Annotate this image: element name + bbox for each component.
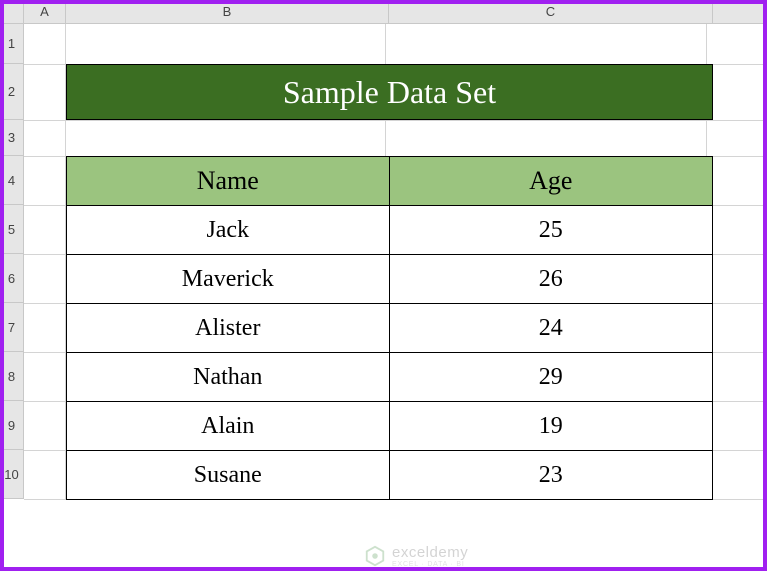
- data-table: Name Age Jack 25 Maverick 26 Alister 24: [66, 156, 713, 500]
- watermark-sub: EXCEL · DATA · BI: [392, 561, 468, 568]
- watermark-main: exceldemy: [392, 544, 468, 561]
- row-header-column: 1 2 3 4 5 6 7 8 9 10: [0, 24, 24, 499]
- sheet-title[interactable]: Sample Data Set: [66, 64, 713, 120]
- table-row[interactable]: Maverick 26: [67, 255, 713, 304]
- column-header-A[interactable]: A: [24, 0, 66, 23]
- table-row[interactable]: Alister 24: [67, 304, 713, 353]
- table-header-name[interactable]: Name: [67, 157, 390, 206]
- watermark: exceldemy EXCEL · DATA · BI: [364, 544, 468, 568]
- row-header-8[interactable]: 8: [0, 352, 23, 401]
- row-header-1[interactable]: 1: [0, 24, 23, 64]
- table-row[interactable]: Susane 23: [67, 451, 713, 500]
- row-header-6[interactable]: 6: [0, 254, 23, 303]
- column-header-B[interactable]: B: [66, 0, 389, 23]
- cell-name[interactable]: Alister: [67, 304, 390, 353]
- table-row[interactable]: Jack 25: [67, 206, 713, 255]
- cells-region[interactable]: Sample Data Set Name Age Jack 25 Maveric…: [24, 24, 767, 499]
- select-all-corner[interactable]: [0, 0, 24, 23]
- row-header-9[interactable]: 9: [0, 401, 23, 450]
- column-header-row: A B C: [0, 0, 767, 24]
- cell-name[interactable]: Alain: [67, 402, 390, 451]
- row-header-3[interactable]: 3: [0, 120, 23, 156]
- row-header-7[interactable]: 7: [0, 303, 23, 352]
- cell-name[interactable]: Maverick: [67, 255, 390, 304]
- cell-name[interactable]: Susane: [67, 451, 390, 500]
- column-header-C[interactable]: C: [389, 0, 713, 23]
- table-header-age[interactable]: Age: [389, 157, 712, 206]
- row-header-2[interactable]: 2: [0, 64, 23, 120]
- cell-name[interactable]: Jack: [67, 206, 390, 255]
- hexagon-icon: [364, 545, 386, 567]
- cell-age[interactable]: 26: [389, 255, 712, 304]
- cell-age[interactable]: 29: [389, 353, 712, 402]
- column-header-blank[interactable]: [713, 0, 767, 23]
- row-header-5[interactable]: 5: [0, 205, 23, 254]
- row-header-4[interactable]: 4: [0, 156, 23, 205]
- cell-name[interactable]: Nathan: [67, 353, 390, 402]
- cell-age[interactable]: 24: [389, 304, 712, 353]
- cell-age[interactable]: 23: [389, 451, 712, 500]
- row-header-10[interactable]: 10: [0, 450, 23, 499]
- table-row[interactable]: Alain 19: [67, 402, 713, 451]
- cell-age[interactable]: 25: [389, 206, 712, 255]
- spreadsheet-area: A B C 1 2 3 4 5 6 7 8 9 10: [0, 0, 767, 571]
- cell-age[interactable]: 19: [389, 402, 712, 451]
- table-row[interactable]: Nathan 29: [67, 353, 713, 402]
